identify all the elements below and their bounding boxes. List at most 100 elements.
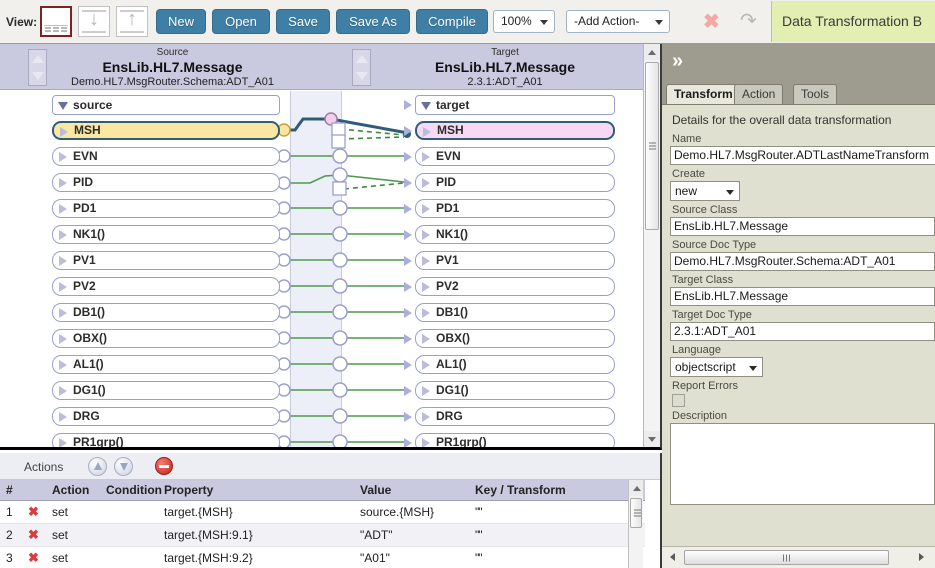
row-delete-icon[interactable]: ✖ [22,501,46,524]
triangle-right-icon[interactable] [422,178,430,188]
target-node-al1[interactable]: AL1() [415,355,615,374]
move-down-button[interactable] [114,457,133,476]
target-node-obx[interactable]: OBX() [415,329,615,348]
triangle-right-icon[interactable] [60,127,68,137]
scroll-up-button[interactable] [629,480,643,496]
row-property[interactable]: target.{MSH:9.2} [158,547,354,568]
scroll-thumb[interactable] [645,62,659,230]
triangle-right-icon[interactable] [59,178,67,188]
source-node-nk1[interactable]: NK1() [52,225,280,244]
zoom-select[interactable]: 100% [493,10,555,33]
open-button[interactable]: Open [212,9,270,34]
col-key-transform[interactable]: Key / Transform [469,480,645,501]
triangle-right-icon[interactable] [422,386,430,396]
view-mode-down-button[interactable]: ↓ [78,6,110,37]
triangle-right-icon[interactable] [59,386,67,396]
triangle-right-icon[interactable] [422,204,430,214]
triangle-right-icon[interactable] [422,412,430,422]
compile-button[interactable]: Compile [416,9,488,34]
target-node-inlet-icon[interactable] [404,360,412,370]
report-errors-checkbox[interactable] [672,394,685,407]
target-node-msh[interactable]: MSH [415,121,615,140]
table-row[interactable]: 2✖settarget.{MSH:9.1}"ADT""" [0,524,645,547]
row-action[interactable]: set [46,524,100,547]
source-spinner[interactable] [28,49,47,86]
row-delete-icon[interactable]: ✖ [22,547,46,568]
diagram-vertical-scrollbar[interactable] [643,44,660,447]
col-property[interactable]: Property [158,480,354,501]
row-action[interactable]: set [46,501,100,524]
target-root-node[interactable]: target [415,95,615,115]
triangle-right-icon[interactable] [59,360,67,370]
col-value[interactable]: Value [354,480,469,501]
tab-tools[interactable]: Tools [793,84,837,104]
triangle-right-icon[interactable] [423,127,431,137]
tab-transform[interactable]: Transform [666,84,741,104]
target-node-inlet-icon[interactable] [404,438,412,447]
target-node-inlet-icon[interactable] [404,334,412,344]
scroll-down-button[interactable] [644,431,660,447]
create-select[interactable]: new [670,181,740,201]
triangle-right-icon[interactable] [59,282,67,292]
row-action[interactable]: set [46,547,100,568]
target-node-inlet-icon[interactable] [404,412,412,422]
triangle-right-icon[interactable] [422,282,430,292]
source-node-msh[interactable]: MSH [52,121,280,140]
triangle-right-icon[interactable] [59,230,67,240]
target-class-field[interactable]: EnsLib.HL7.Message [670,287,935,306]
target-node-drg[interactable]: DRG [415,407,615,426]
row-value[interactable]: "A01" [354,547,469,568]
target-node-inlet-icon[interactable] [404,178,412,188]
row-key-transform[interactable]: "" [469,547,645,568]
target-node-inlet-icon[interactable] [404,204,412,214]
delete-icon[interactable]: ✖ [703,12,720,32]
triangle-right-icon[interactable] [422,152,430,162]
target-node-pr1grp[interactable]: PR1grp() [415,433,615,447]
target-node-inlet-icon[interactable] [404,282,412,292]
target-node-inlet-icon[interactable] [404,386,412,396]
triangle-right-icon[interactable] [59,438,67,447]
row-condition[interactable] [100,547,158,568]
triangle-right-icon[interactable] [422,256,430,266]
triangle-right-icon[interactable] [422,230,430,240]
description-textarea[interactable] [670,423,935,505]
triangle-right-icon[interactable] [422,438,430,447]
undo-icon[interactable]: ↷ [740,11,757,31]
target-root-collapse-icon[interactable] [404,100,412,110]
triangle-right-icon[interactable] [59,204,67,214]
source-node-pv2[interactable]: PV2 [52,277,280,296]
language-select[interactable]: objectscript [670,357,763,377]
source-node-al1[interactable]: AL1() [52,355,280,374]
save-button[interactable]: Save [276,9,330,34]
target-node-evn[interactable]: EVN [415,147,615,166]
move-up-button[interactable] [88,457,107,476]
target-node-inlet-icon[interactable] [404,126,412,136]
target-node-pv2[interactable]: PV2 [415,277,615,296]
triangle-right-icon[interactable] [422,308,430,318]
scroll-up-button[interactable] [644,44,660,60]
source-node-db1[interactable]: DB1() [52,303,280,322]
col-condition[interactable]: Condition [100,480,158,501]
source-node-obx[interactable]: OBX() [52,329,280,348]
source-node-drg[interactable]: DRG [52,407,280,426]
new-button[interactable]: New [156,9,206,34]
row-delete-icon[interactable]: ✖ [22,524,46,547]
view-mode-up-button[interactable]: ↑ [116,6,148,37]
target-spinner[interactable] [352,49,371,86]
details-horizontal-scrollbar[interactable] [662,546,935,568]
tab-action[interactable]: Action [734,84,783,104]
name-field[interactable]: Demo.HL7.MsgRouter.ADTLastNameTransform [670,146,935,165]
target-node-pid[interactable]: PID [415,173,615,192]
row-key-transform[interactable]: "" [469,501,645,524]
target-node-pv1[interactable]: PV1 [415,251,615,270]
scroll-left-button[interactable] [666,550,681,565]
chevron-double-right-icon[interactable]: » [672,50,683,73]
target-node-pd1[interactable]: PD1 [415,199,615,218]
triangle-right-icon[interactable] [59,334,67,344]
target-node-inlet-icon[interactable] [404,152,412,162]
triangle-right-icon[interactable] [59,308,67,318]
source-node-dg1[interactable]: DG1() [52,381,280,400]
scroll-right-button[interactable] [914,550,929,565]
row-key-transform[interactable]: "" [469,524,645,547]
target-node-nk1[interactable]: NK1() [415,225,615,244]
